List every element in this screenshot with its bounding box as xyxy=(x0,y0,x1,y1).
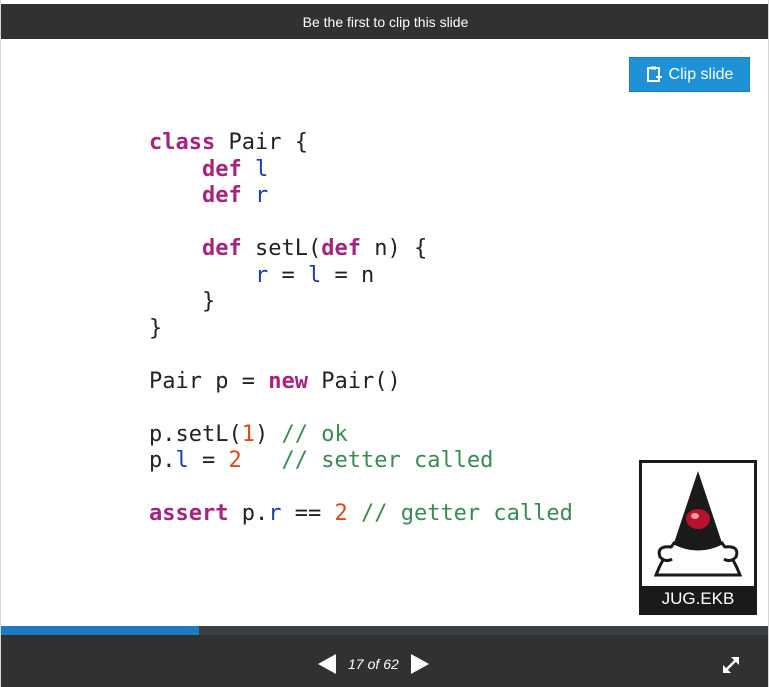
code-token: } xyxy=(149,315,163,341)
arrow-left-icon xyxy=(318,654,336,674)
code-token: l xyxy=(307,262,322,288)
clip-slide-label: Clip slide xyxy=(668,65,734,83)
code-line: } xyxy=(149,316,573,343)
code-token: = xyxy=(188,448,229,473)
code-block: class Pair { def l def r def setL(def n)… xyxy=(149,130,573,528)
slide: Clip slide class Pair { def l def r def … xyxy=(1,39,768,626)
code-token: Pair() xyxy=(307,368,401,394)
code-token: ) xyxy=(254,421,282,447)
code-token: setL( xyxy=(241,236,322,261)
code-line: def setL(def n) { xyxy=(149,236,573,263)
slide-pager: 17 of 62 xyxy=(316,653,431,675)
previous-slide-button[interactable] xyxy=(316,653,338,675)
slide-counter: 17 of 62 xyxy=(348,656,399,672)
code-line: p.setL(1) // ok xyxy=(149,422,573,449)
code-token: def xyxy=(321,236,361,261)
code-token: 2 xyxy=(334,501,348,526)
code-token: r xyxy=(254,183,269,208)
code-token: Pair { xyxy=(215,130,308,155)
code-token: // setter called xyxy=(281,448,494,473)
code-token: l xyxy=(254,156,269,182)
code-line: p.l = 2 // setter called xyxy=(149,448,573,475)
code-line: class Pair { xyxy=(149,130,573,157)
expand-icon xyxy=(723,657,739,673)
code-token: // getter called xyxy=(360,501,573,526)
jug-ekb-logo: JUG.EKB xyxy=(639,460,757,615)
code-token: def xyxy=(201,156,242,182)
clip-prompt-bar: Be the first to clip this slide xyxy=(1,4,768,39)
code-token: n) { xyxy=(360,236,428,261)
code-line: assert p.r == 2 // getter called xyxy=(149,501,573,528)
code-token: def xyxy=(201,236,242,261)
code-token: p.setL( xyxy=(149,421,242,447)
code-token: = xyxy=(268,262,308,288)
code-token: assert xyxy=(149,501,229,526)
clipboard-icon xyxy=(646,66,662,83)
clip-prompt-text: Be the first to clip this slide xyxy=(302,13,469,30)
progress-fill xyxy=(1,626,200,635)
slideshow-viewer: Be the first to clip this slide Clip sli… xyxy=(0,0,769,687)
arrow-right-icon xyxy=(410,654,429,674)
code-token: 1 xyxy=(241,421,255,447)
navigation-bar: 17 of 62 xyxy=(1,635,768,687)
code-line: def l xyxy=(149,157,573,184)
code-token: p. xyxy=(228,501,269,526)
next-slide-button[interactable] xyxy=(409,653,431,675)
code-token: p. xyxy=(149,448,176,473)
code-token: } xyxy=(149,289,216,314)
fullscreen-button[interactable] xyxy=(721,655,741,675)
code-line: Pair p = new Pair() xyxy=(149,369,573,396)
code-token: // ok xyxy=(281,421,348,447)
code-token: r xyxy=(254,262,269,288)
code-line: def r xyxy=(149,183,573,210)
code-token: def xyxy=(201,183,242,208)
code-token: class xyxy=(149,130,216,155)
code-token: Pair p = xyxy=(149,368,269,394)
code-token: == xyxy=(281,501,335,526)
progress-bar[interactable] xyxy=(1,626,768,635)
code-line: } xyxy=(149,289,573,316)
code-token: r xyxy=(268,501,282,526)
code-token: = n xyxy=(321,262,375,288)
logo-label: JUG.EKB xyxy=(642,586,754,612)
code-token: l xyxy=(175,448,189,473)
clip-slide-button[interactable]: Clip slide xyxy=(629,57,750,92)
code-line: r = l = n xyxy=(149,263,573,290)
code-token: 2 xyxy=(228,448,242,473)
code-token: new xyxy=(268,368,308,394)
